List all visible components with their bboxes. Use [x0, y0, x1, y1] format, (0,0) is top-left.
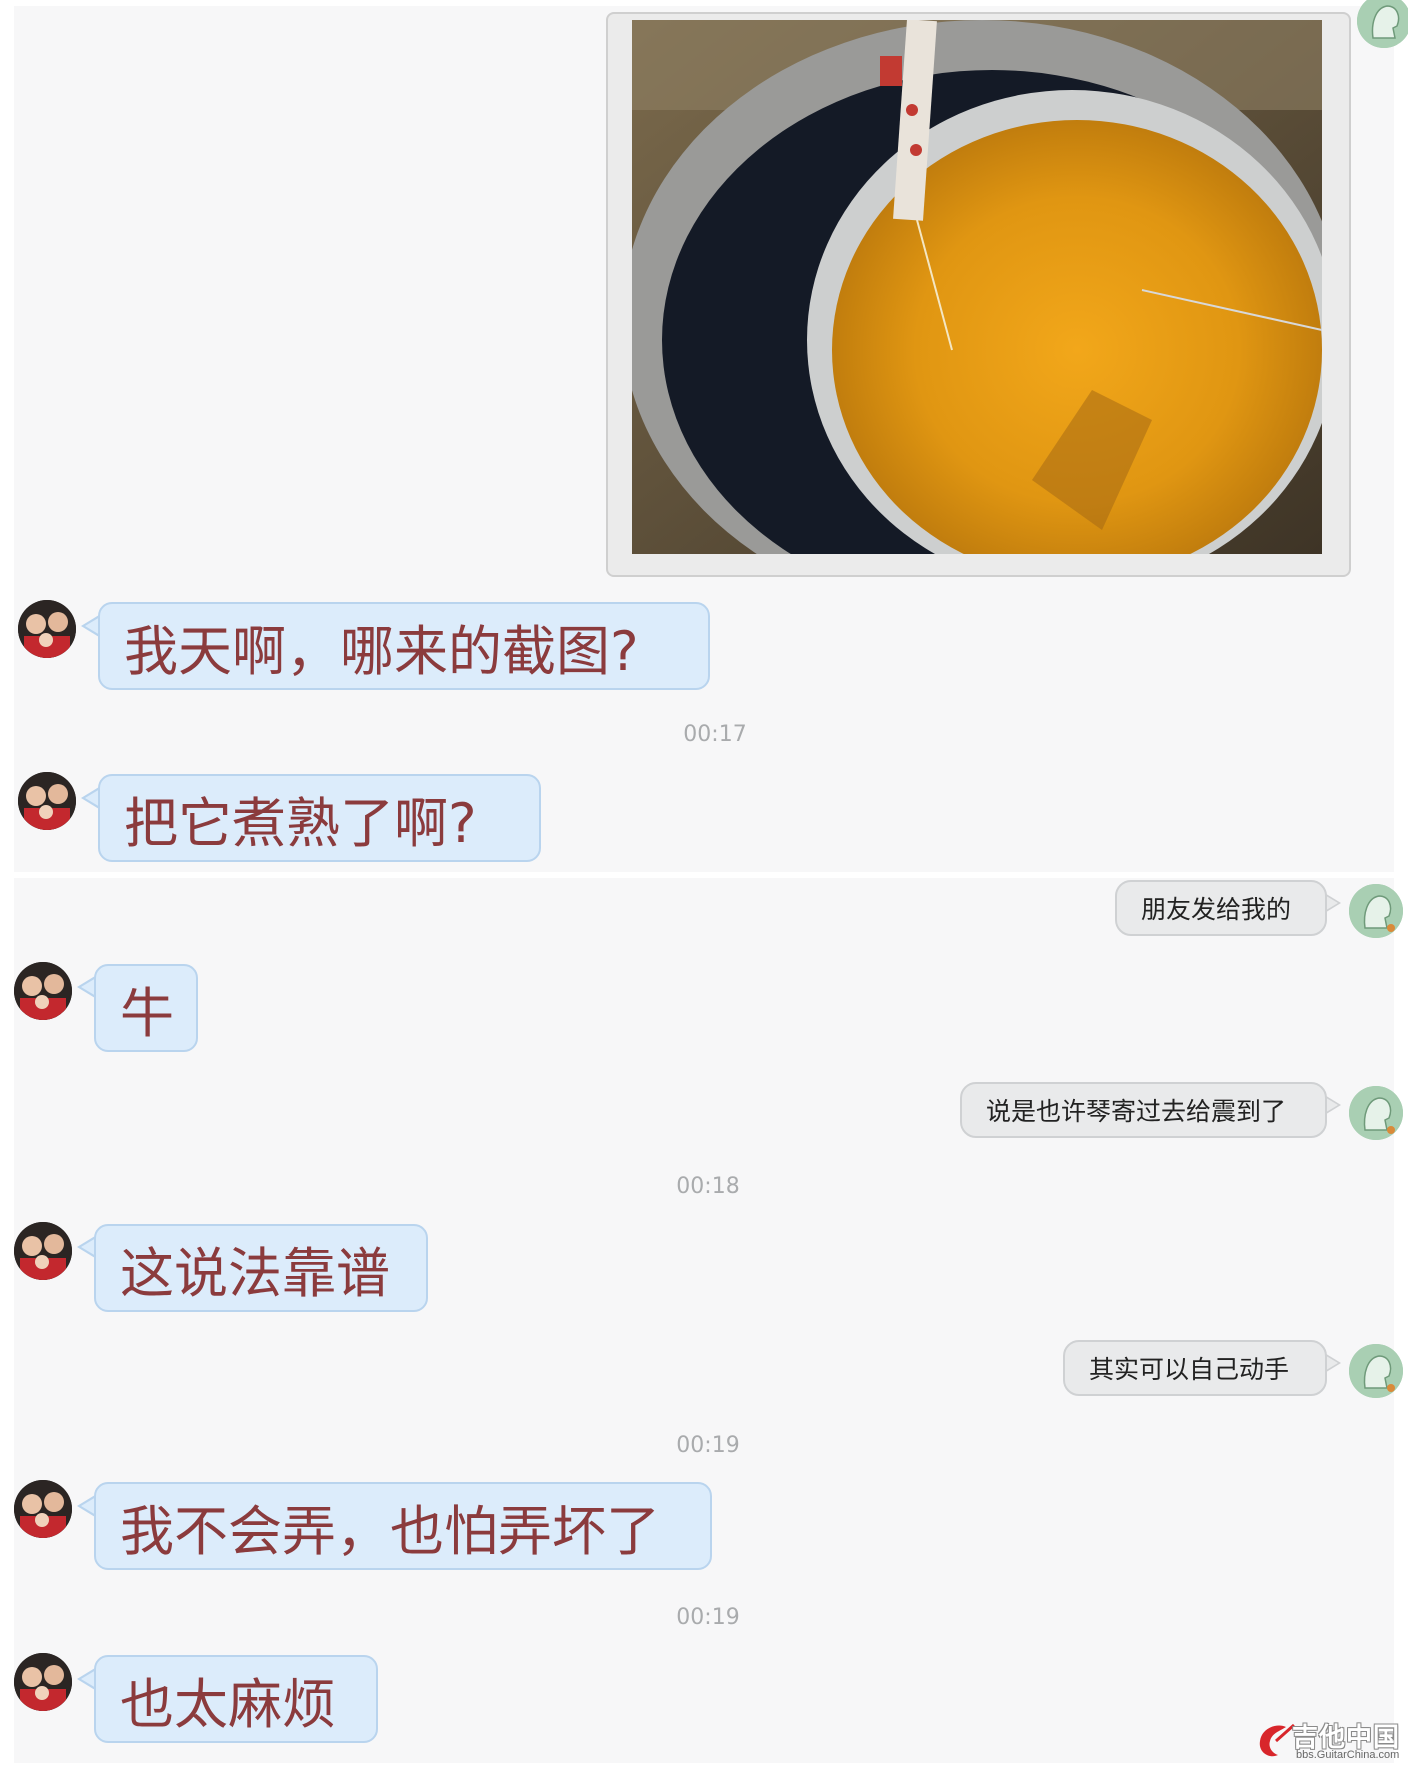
chat-panel-bottom: 朋友发给我的 牛 说是也许琴寄过去给震到了 00:18 这说法靠谱 其实可以自己…	[14, 878, 1403, 1763]
watermark: 吉他中国 bbs.GuitarChina.com	[1252, 1717, 1404, 1765]
outgoing-message-bubble[interactable]: 其实可以自己动手	[1063, 1340, 1327, 1396]
message-text: 我不会弄，也怕弄坏了	[120, 1499, 660, 1563]
timestamp: 00:17	[683, 722, 747, 747]
outgoing-avatar-icon[interactable]	[1357, 0, 1408, 48]
shared-photo-pot-of-oil	[632, 20, 1322, 554]
outgoing-avatar-icon[interactable]	[1349, 1086, 1403, 1140]
message-text: 说是也许琴寄过去给震到了	[986, 1097, 1287, 1126]
message-text: 我天啊，哪来的截图?	[124, 619, 639, 683]
chat-panel-top: 我天啊，哪来的截图? 00:17 把它煮熟了啊?	[14, 0, 1408, 872]
incoming-message-bubble[interactable]: 我不会弄，也怕弄坏了	[94, 1482, 712, 1570]
guitar-logo-icon	[1259, 1723, 1295, 1757]
timestamp: 00:19	[676, 1605, 740, 1630]
message-text: 这说法靠谱	[120, 1241, 390, 1305]
incoming-message-bubble[interactable]: 把它煮熟了啊?	[98, 774, 541, 862]
outgoing-avatar-icon[interactable]	[1349, 884, 1403, 938]
incoming-avatar-icon[interactable]	[18, 600, 76, 658]
incoming-avatar-icon[interactable]	[14, 1480, 72, 1538]
incoming-avatar-icon[interactable]	[14, 962, 72, 1020]
message-text: 把它煮熟了啊?	[124, 791, 477, 855]
message-text: 也太麻烦	[120, 1672, 336, 1736]
incoming-avatar-icon[interactable]	[18, 772, 76, 830]
timestamp: 00:18	[676, 1174, 740, 1199]
message-text: 牛	[120, 981, 174, 1045]
message-text: 朋友发给我的	[1141, 895, 1292, 924]
timestamp: 00:19	[676, 1433, 740, 1458]
image-message[interactable]	[606, 12, 1351, 577]
incoming-message-bubble[interactable]: 我天啊，哪来的截图?	[98, 602, 710, 690]
message-text: 其实可以自己动手	[1089, 1355, 1290, 1384]
incoming-message-bubble[interactable]: 也太麻烦	[94, 1655, 378, 1743]
incoming-message-bubble[interactable]: 这说法靠谱	[94, 1224, 428, 1312]
incoming-avatar-icon[interactable]	[14, 1222, 72, 1280]
watermark-url: bbs.GuitarChina.com	[1296, 1749, 1400, 1761]
incoming-avatar-icon[interactable]	[14, 1653, 72, 1711]
incoming-message-bubble[interactable]: 牛	[94, 964, 198, 1052]
outgoing-message-bubble[interactable]: 朋友发给我的	[1115, 880, 1327, 936]
outgoing-message-bubble[interactable]: 说是也许琴寄过去给震到了	[960, 1082, 1327, 1138]
outgoing-avatar-icon[interactable]	[1349, 1344, 1403, 1398]
